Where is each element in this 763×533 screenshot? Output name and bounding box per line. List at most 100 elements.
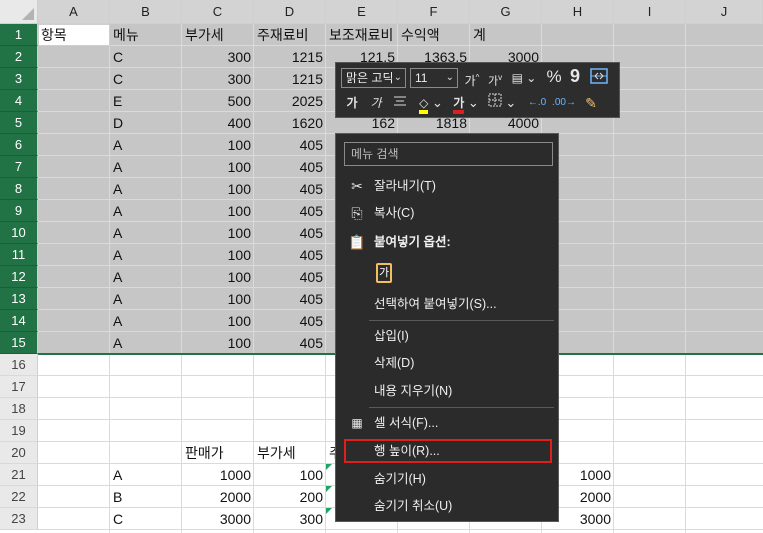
header-cell[interactable]: 항목 (41, 24, 67, 46)
format-painter-button[interactable]: ✎ (581, 93, 601, 113)
column-header-b[interactable]: B (110, 0, 182, 24)
menu-item-insert[interactable]: 삽입(I) (336, 323, 558, 349)
header-cell[interactable]: 메뉴 (113, 24, 139, 46)
row-header-20[interactable]: 20 (0, 442, 38, 464)
row-header-5[interactable]: 5 (0, 112, 38, 134)
data-cell[interactable]: A (113, 464, 122, 486)
row-header-1[interactable]: 1 (0, 24, 38, 46)
data-cell[interactable]: 100 (182, 266, 251, 288)
data-cell[interactable]: A (113, 332, 122, 354)
font-name-select[interactable]: 맑은 고딕 ⌄ (341, 68, 406, 88)
borders-button[interactable]: ⌄ (487, 93, 517, 113)
data-cell[interactable]: 405 (254, 222, 323, 244)
data-cell[interactable]: A (113, 134, 122, 156)
data-cell[interactable]: 200 (254, 486, 323, 508)
header-cell[interactable]: 계 (473, 24, 486, 46)
menu-item-format-cells[interactable]: ▦ 셀 서식(F)... (336, 410, 558, 436)
column-header-g[interactable]: G (470, 0, 542, 24)
row-header-3[interactable]: 3 (0, 68, 38, 90)
data-cell[interactable]: A (113, 222, 122, 244)
select-all-button[interactable] (0, 0, 38, 24)
row-header-18[interactable]: 18 (0, 398, 38, 420)
data-cell[interactable]: C (113, 508, 123, 530)
header-cell[interactable]: 부가세 (185, 24, 224, 46)
header-cell[interactable]: 수익액 (401, 24, 440, 46)
row-header-21[interactable]: 21 (0, 464, 38, 486)
row-header-23[interactable]: 23 (0, 508, 38, 530)
data-cell[interactable]: 100 (182, 178, 251, 200)
paste-button[interactable]: 가 (336, 260, 558, 290)
percent-style-button[interactable]: % (544, 67, 564, 87)
decrease-decimal-button[interactable]: .00→ (552, 93, 576, 113)
menu-item-unhide[interactable]: 숨기기 취소(U) (336, 493, 558, 519)
data-cell[interactable]: A (113, 310, 122, 332)
row-header-22[interactable]: 22 (0, 486, 38, 508)
data-cell[interactable]: A (113, 244, 122, 266)
data-cell[interactable]: A (113, 178, 122, 200)
data-cell[interactable]: 3000 (182, 508, 251, 530)
column-header-c[interactable]: C (182, 0, 254, 24)
data-cell[interactable]: 1620 (254, 112, 323, 134)
font-size-select[interactable]: 11 ⌄ (410, 68, 458, 88)
data-cell[interactable]: E (113, 90, 122, 112)
data-cell[interactable]: 405 (254, 178, 323, 200)
data-cell[interactable]: 1215 (254, 46, 323, 68)
row-header-10[interactable]: 10 (0, 222, 38, 244)
data-cell[interactable]: 405 (254, 244, 323, 266)
data-cell[interactable]: 2000 (182, 486, 251, 508)
data-cell[interactable]: 400 (182, 112, 251, 134)
data-cell[interactable]: 405 (254, 288, 323, 310)
data-cell[interactable]: 1000 (182, 464, 251, 486)
data-cell[interactable]: 100 (182, 222, 251, 244)
data-cell[interactable]: 100 (182, 288, 251, 310)
row-header-16[interactable]: 16 (0, 354, 38, 376)
menu-item-clear-contents[interactable]: 내용 지우기(N) (336, 378, 558, 404)
data-cell[interactable]: 500 (182, 90, 251, 112)
row-header-4[interactable]: 4 (0, 90, 38, 112)
data-cell[interactable]: 2025 (254, 90, 323, 112)
menu-item-copy[interactable]: ⎘ 복사(C) (336, 200, 558, 226)
data-cell[interactable]: 300 (182, 68, 251, 90)
data-cell[interactable]: A (113, 266, 122, 288)
row-header-9[interactable]: 9 (0, 200, 38, 222)
increase-font-button[interactable]: 가^ (463, 68, 481, 88)
merge-center-button[interactable] (588, 68, 610, 88)
row-header-17[interactable]: 17 (0, 376, 38, 398)
column-header-d[interactable]: D (254, 0, 326, 24)
menu-item-hide[interactable]: 숨기기(H) (336, 466, 558, 492)
data-cell[interactable]: 300 (254, 508, 323, 530)
comma-style-button[interactable]: 9 (567, 66, 583, 86)
data-cell[interactable]: 100 (182, 244, 251, 266)
header-cell[interactable]: 판매가 (185, 442, 224, 464)
data-cell[interactable]: 405 (254, 134, 323, 156)
font-color-button[interactable]: 가 ⌄ (451, 93, 481, 114)
data-cell[interactable]: 100 (182, 134, 251, 156)
header-cell[interactable]: 부가세 (257, 442, 296, 464)
row-header-12[interactable]: 12 (0, 266, 38, 288)
data-cell[interactable]: 100 (254, 464, 323, 486)
column-header-h[interactable]: H (542, 0, 614, 24)
increase-decimal-button[interactable]: ←.0 (526, 93, 548, 113)
column-header-f[interactable]: F (398, 0, 470, 24)
bold-button[interactable]: 가 (344, 93, 360, 113)
row-header-14[interactable]: 14 (0, 310, 38, 332)
data-cell[interactable]: A (113, 288, 122, 310)
data-cell[interactable]: C (113, 46, 123, 68)
data-cell[interactable]: B (113, 486, 122, 508)
data-cell[interactable]: 100 (182, 310, 251, 332)
data-cell[interactable]: 405 (254, 200, 323, 222)
data-cell[interactable]: D (113, 112, 123, 134)
row-header-6[interactable]: 6 (0, 134, 38, 156)
header-cell[interactable]: 보조재료비 (329, 24, 393, 46)
data-cell[interactable]: 405 (254, 332, 323, 354)
row-header-13[interactable]: 13 (0, 288, 38, 310)
decrease-font-button[interactable]: 가v (486, 68, 504, 88)
data-cell[interactable]: A (113, 156, 122, 178)
column-header-e[interactable]: E (326, 0, 398, 24)
column-header-j[interactable]: J (686, 0, 763, 24)
header-cell[interactable]: 주재료비 (257, 24, 309, 46)
menu-item-paste-special[interactable]: 선택하여 붙여넣기(S)... (336, 291, 558, 317)
data-cell[interactable]: 405 (254, 266, 323, 288)
data-cell[interactable]: 300 (182, 46, 251, 68)
column-header-a[interactable]: A (38, 0, 110, 24)
